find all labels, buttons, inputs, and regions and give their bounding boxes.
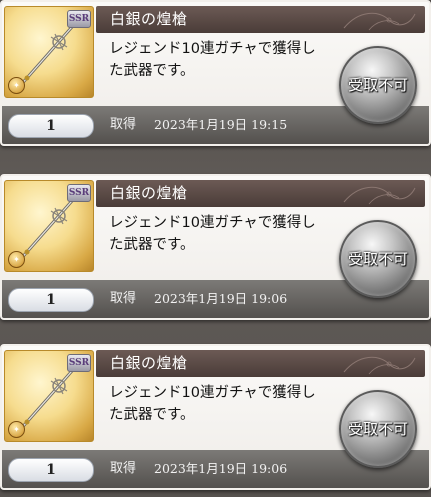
item-description: レジェンド10連ガチャで獲得した武器です。	[109, 385, 316, 423]
item-description: レジェンド10連ガチャで獲得した武器です。	[109, 41, 316, 79]
reward-list: SSR ✦ 白銀の煌槍 レジェンド10連ガチャで獲得した武器です。 1 取得 2…	[0, 0, 431, 497]
acquired-date: 2023年1月19日 19:15	[154, 117, 288, 132]
acquired-label: 取得	[110, 117, 137, 132]
receive-button[interactable]: 受取不可	[339, 220, 417, 298]
light-element-icon: ✦	[8, 421, 25, 438]
quantity-value: 1	[8, 114, 94, 138]
reward-card: SSR ✦ 白銀の煌槍 レジェンド10連ガチャで獲得した武器です。 1 取得 2…	[0, 174, 431, 320]
reward-card: SSR ✦ 白銀の煌槍 レジェンド10連ガチャで獲得した武器です。 1 取得 2…	[0, 0, 431, 146]
weapon-thumbnail[interactable]: SSR ✦	[4, 180, 94, 272]
light-element-icon: ✦	[8, 251, 25, 268]
receive-button[interactable]: 受取不可	[339, 390, 417, 468]
rarity-badge: SSR	[67, 10, 91, 28]
acquired-label: 取得	[110, 291, 137, 306]
item-name: 白銀の煌槍	[110, 184, 188, 202]
title-bar: 白銀の煌槍	[96, 350, 425, 377]
reward-card: SSR ✦ 白銀の煌槍 レジェンド10連ガチャで獲得した武器です。 1 取得 2…	[0, 344, 431, 490]
acquired-label: 取得	[110, 461, 137, 476]
acquired-date: 2023年1月19日 19:06	[154, 461, 288, 476]
receive-button-label: 受取不可	[347, 420, 408, 438]
filigree-ornament-icon	[343, 186, 416, 205]
item-name: 白銀の煌槍	[110, 354, 188, 372]
acquired-date: 2023年1月19日 19:06	[154, 291, 288, 306]
title-bar: 白銀の煌槍	[96, 6, 425, 33]
item-description: レジェンド10連ガチャで獲得した武器です。	[109, 215, 316, 253]
receive-button[interactable]: 受取不可	[339, 46, 417, 124]
quantity-value: 1	[8, 458, 94, 482]
item-name: 白銀の煌槍	[110, 10, 188, 28]
filigree-ornament-icon	[343, 356, 416, 375]
rarity-badge: SSR	[67, 354, 91, 372]
rarity-badge: SSR	[67, 184, 91, 202]
title-bar: 白銀の煌槍	[96, 180, 425, 207]
weapon-thumbnail[interactable]: SSR ✦	[4, 6, 94, 98]
weapon-thumbnail[interactable]: SSR ✦	[4, 350, 94, 442]
quantity-value: 1	[8, 288, 94, 312]
receive-button-label: 受取不可	[347, 250, 408, 268]
filigree-ornament-icon	[343, 12, 416, 31]
light-element-icon: ✦	[8, 77, 25, 94]
receive-button-label: 受取不可	[347, 76, 408, 94]
